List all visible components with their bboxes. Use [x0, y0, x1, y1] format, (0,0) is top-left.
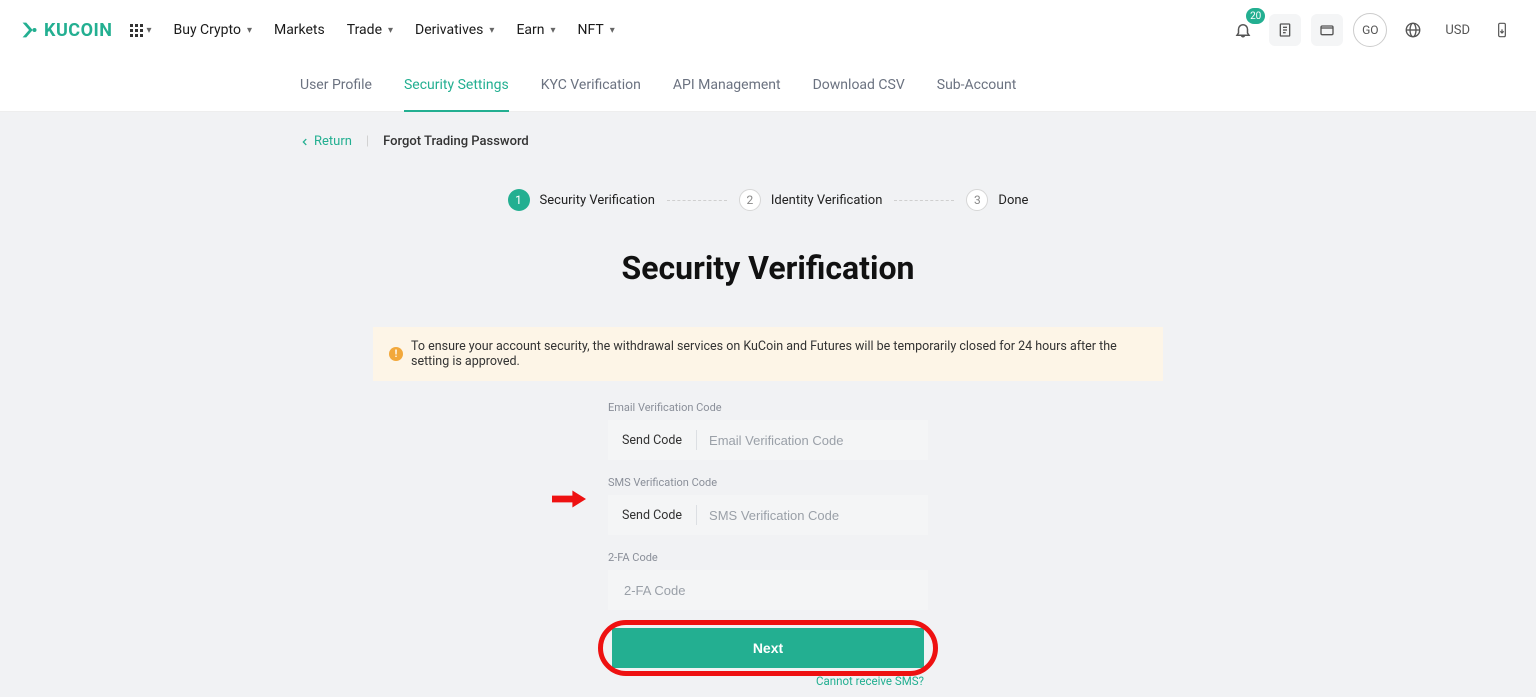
chevron-down-icon: ▾	[388, 25, 393, 36]
next-button-wrap: Next Cannot receive SMS?	[598, 628, 938, 688]
step-number: 1	[508, 189, 530, 211]
kucoin-icon	[18, 19, 40, 41]
notification-badge: 20	[1246, 8, 1265, 24]
nav-earn[interactable]: Earn ▾	[516, 22, 555, 38]
brand-logo[interactable]: KUCOIN	[18, 19, 112, 41]
chevron-down-icon: ▾	[247, 25, 252, 36]
send-sms-code-button[interactable]: Send Code	[608, 495, 696, 535]
field-label: 2-FA Code	[608, 551, 928, 564]
return-label: Return	[314, 134, 352, 149]
tfa-code-input[interactable]	[608, 570, 928, 610]
input-group: Send Code	[608, 495, 928, 535]
step-connector	[667, 200, 727, 201]
nav-derivatives[interactable]: Derivatives ▾	[415, 22, 494, 38]
warning-text: To ensure your account security, the wit…	[411, 339, 1147, 369]
step-label: Security Verification	[540, 193, 655, 208]
nav-label: Derivatives	[415, 22, 483, 38]
app-grid-button[interactable]: ▾	[130, 24, 151, 37]
nav-label: Buy Crypto	[174, 22, 241, 38]
tab-download-csv[interactable]: Download CSV	[813, 60, 905, 112]
nav-buy-crypto[interactable]: Buy Crypto ▾	[174, 22, 252, 38]
chevron-left-icon	[300, 137, 310, 147]
step-3: 3 Done	[966, 189, 1028, 211]
step-label: Done	[998, 193, 1028, 208]
tab-user-profile[interactable]: User Profile	[300, 60, 372, 112]
step-indicator: 1 Security Verification 2 Identity Verif…	[0, 189, 1536, 211]
tab-sub-account[interactable]: Sub-Account	[937, 60, 1017, 112]
chevron-down-icon: ▾	[146, 25, 151, 36]
chevron-down-icon: ▾	[610, 25, 615, 36]
page-title: Security Verification	[0, 249, 1536, 287]
notifications-button[interactable]: 20	[1227, 14, 1259, 46]
nav-trade[interactable]: Trade ▾	[347, 22, 393, 38]
nav-label: Earn	[516, 22, 544, 38]
mobile-icon	[1494, 21, 1510, 39]
email-code-field: Email Verification Code Send Code	[608, 401, 928, 460]
input-group	[608, 570, 928, 610]
annotation-arrow-icon	[552, 490, 586, 508]
bell-icon	[1234, 21, 1252, 39]
step-number: 2	[739, 189, 761, 211]
step-1: 1 Security Verification	[508, 189, 655, 211]
field-label: SMS Verification Code	[608, 476, 928, 489]
warning-icon: !	[389, 347, 403, 361]
nav-label: NFT	[578, 22, 604, 38]
field-label: Email Verification Code	[608, 401, 928, 414]
nav-label: Markets	[274, 22, 325, 38]
globe-icon	[1404, 21, 1422, 39]
currency-selector[interactable]: USD	[1439, 23, 1476, 38]
step-2: 2 Identity Verification	[739, 189, 883, 211]
chevron-down-icon: ▾	[489, 25, 494, 36]
step-connector	[894, 200, 954, 201]
content-area: User Profile Security Settings KYC Verif…	[0, 60, 1536, 697]
nav-nft[interactable]: NFT ▾	[578, 22, 615, 38]
nav-markets[interactable]: Markets	[274, 22, 325, 38]
top-nav-left: KUCOIN ▾ Buy Crypto ▾ Markets Trade ▾ Deri…	[18, 19, 615, 41]
top-nav: KUCOIN ▾ Buy Crypto ▾ Markets Trade ▾ Deri…	[0, 0, 1536, 60]
breadcrumb: Return | Forgot Trading Password	[0, 112, 1536, 149]
nav-items: Buy Crypto▾ Markets Trade▾ Derivatives▾ …	[174, 22, 615, 38]
tab-kyc-verification[interactable]: KYC Verification	[541, 60, 641, 112]
wallet-icon	[1319, 22, 1335, 38]
return-link[interactable]: Return	[300, 134, 352, 149]
grid-icon	[130, 24, 143, 37]
settings-tabs: User Profile Security Settings KYC Verif…	[0, 60, 1536, 112]
next-button[interactable]: Next	[612, 628, 924, 668]
download-app-button[interactable]	[1486, 14, 1518, 46]
send-email-code-button[interactable]: Send Code	[608, 420, 696, 460]
cannot-receive-sms-link[interactable]: Cannot receive SMS?	[598, 674, 924, 688]
breadcrumb-title: Forgot Trading Password	[383, 134, 529, 149]
document-icon	[1277, 22, 1293, 38]
verification-form: Email Verification Code Send Code SMS Ve…	[608, 401, 928, 610]
top-nav-right: 20 GO USD	[1227, 13, 1518, 47]
tab-api-management[interactable]: API Management	[673, 60, 781, 112]
nav-label: Trade	[347, 22, 382, 38]
tfa-code-field: 2-FA Code	[608, 551, 928, 610]
wallet-button[interactable]	[1311, 14, 1343, 46]
breadcrumb-separator: |	[366, 134, 369, 149]
warning-banner: ! To ensure your account security, the w…	[373, 327, 1163, 381]
sms-code-input[interactable]	[697, 495, 928, 535]
input-group: Send Code	[608, 420, 928, 460]
language-button[interactable]	[1397, 14, 1429, 46]
brand-name: KUCOIN	[44, 20, 112, 41]
step-label: Identity Verification	[771, 193, 883, 208]
orders-button[interactable]	[1269, 14, 1301, 46]
email-code-input[interactable]	[697, 420, 928, 460]
account-button[interactable]: GO	[1353, 13, 1387, 47]
chevron-down-icon: ▾	[551, 25, 556, 36]
account-label: GO	[1362, 23, 1378, 37]
sms-code-field: SMS Verification Code Send Code	[608, 476, 928, 535]
step-number: 3	[966, 189, 988, 211]
tab-security-settings[interactable]: Security Settings	[404, 60, 509, 112]
